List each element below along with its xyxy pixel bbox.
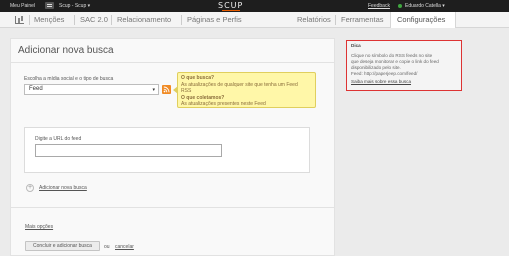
nav-divider [29,15,30,25]
cancel-link[interactable]: cancelar [115,244,134,250]
divider [11,62,334,63]
nav-divider [111,15,112,25]
feed-url-box: Digite a URL do feed [24,127,310,173]
sidebar-learn-more-link[interactable]: Saiba mais sobre essa busca [351,79,411,84]
tip-sidebar: Dica Clique no símbolo do RSS feeds no s… [346,40,462,91]
chevron-down-icon: ▾ [87,3,91,9]
online-status-icon [398,4,402,8]
sidebar-text: Feed: http://paperjeep.com/feed/ [351,71,418,76]
select-value: Feed [29,86,43,92]
tab-configuracoes[interactable]: Configurações [390,12,456,28]
tip-text: As atualizações presentes neste Feed [181,101,266,107]
search-help-tooltip: O que busca? As atualizações de qualquer… [173,72,316,108]
rss-glyph [163,86,170,93]
panel-menu-link[interactable]: Meu Painel [10,3,35,9]
tab-sac[interactable]: SAC 2.0 [80,15,108,24]
plus-icon[interactable]: + [26,184,34,192]
sidebar-text: que deseja monitorar e copie o link do f… [351,59,439,64]
logo-underline [222,10,240,11]
tab-configuracoes-label: Configurações [397,15,446,24]
tab-ferramentas[interactable]: Ferramentas [341,15,384,24]
user-name: Eduardo Catella [405,3,441,9]
feed-url-input[interactable] [35,144,222,157]
tip-heading: O que busca? [181,75,215,81]
submit-button[interactable]: Concluir e adicionar busca [25,241,100,251]
tab-paginas-perfis[interactable]: Páginas e Perfis [187,15,242,24]
sidebar-text: disponibilizado pelo site. [351,65,401,70]
tip-text: RSS [181,88,192,94]
nav-divider [181,15,182,25]
chevron-down-icon: ▾ [152,87,155,93]
feedback-link[interactable]: Feedback [368,3,390,9]
main-nav: Menções SAC 2.0 Relacionamento Páginas e… [0,12,509,28]
tab-relatorios[interactable]: Relatórios [297,15,331,24]
tip-text: As atualizações de qualquer site que ten… [181,82,298,88]
url-label: Digite a URL do feed [35,136,82,142]
sidebar-text: Clique no símbolo do RSS feeds no site [351,53,433,58]
top-bar: Meu Painel Scup - Scup ▾ SCUP Feedback E… [0,0,509,12]
tab-mencoes[interactable]: Menções [34,15,64,24]
sidebar-title: Dica [351,43,361,48]
divider [11,207,334,208]
add-search-panel: Adicionar nova busca Escolha a mídia soc… [10,38,335,256]
account-switcher[interactable]: Scup - Scup ▾ [59,3,90,9]
hamburger-icon[interactable] [45,2,54,9]
page-title: Adicionar nova busca [18,45,114,56]
nav-divider [335,15,336,25]
add-search-link[interactable]: Adicionar nova busca [39,185,87,191]
nav-divider [74,15,75,25]
user-menu[interactable]: Eduardo Catella ▾ [405,3,445,9]
more-options-link[interactable]: Mais opções [25,224,53,230]
rss-icon[interactable] [162,85,171,94]
or-text: ou [104,244,110,250]
scup-logo[interactable]: SCUP [218,1,243,10]
account-name: Scup - Scup [59,3,87,9]
tab-relacionamento[interactable]: Relacionamento [117,15,171,24]
dashboard-chart-icon[interactable] [15,16,24,24]
media-type-select[interactable]: Feed ▾ [24,84,159,95]
select-label: Escolha a mídia social e o tipo de busca [24,76,114,82]
chevron-down-icon: ▾ [442,3,445,9]
